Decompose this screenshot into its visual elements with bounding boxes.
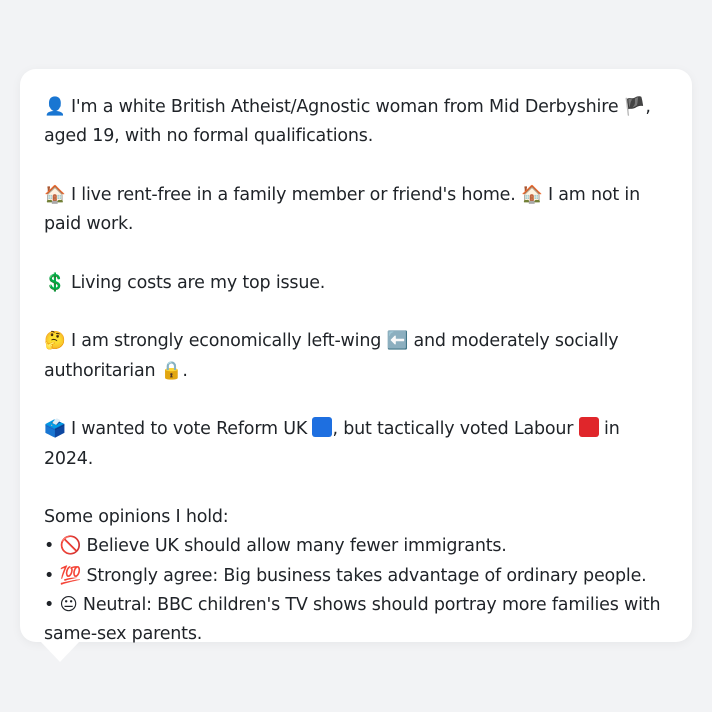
opinion-text: Believe UK should allow many fewer immig… [86, 536, 507, 557]
house-icon: 🏠 [44, 184, 66, 205]
issue-text: Living costs are my top issue. [70, 272, 326, 293]
opinion-item: • 🚫 Believe UK should allow many fewer i… [44, 532, 668, 561]
housing-line: 🏠 I live rent-free in a family member or… [44, 181, 668, 240]
politics-line: 🤔 I am strongly economically left-wing ⬅… [44, 327, 668, 386]
hundred-points-icon: 💯 [59, 565, 82, 586]
vote-tactical-text: , but tactically voted Labour [332, 419, 574, 440]
red-square-icon [578, 417, 599, 438]
england-flag-icon: 🏴 [623, 97, 646, 117]
politics-period: . [182, 360, 188, 381]
profile-line: 👤 I'm a white British Atheist/Agnostic w… [44, 93, 668, 152]
lock-icon: 🔒 [160, 360, 183, 381]
housing-text: I live rent-free in a family member or f… [70, 184, 516, 205]
ballot-box-icon: 🗳️ [44, 419, 66, 440]
vote-wanted-text: I wanted to vote Reform UK [70, 419, 308, 440]
blue-square-icon [312, 417, 333, 438]
neutral-face-icon: 😐 [59, 595, 78, 616]
opinion-item: • 😐 Neutral: BBC children's TV shows sho… [44, 591, 668, 650]
prohibited-icon: 🚫 [59, 536, 82, 557]
bullet: • [44, 565, 55, 586]
message-bubble: 👤 I'm a white British Atheist/Agnostic w… [20, 69, 692, 644]
vote-line: 🗳️ I wanted to vote Reform UK , but tact… [44, 415, 668, 474]
thinking-face-icon: 🤔 [44, 331, 66, 352]
opinion-item: • 💯 Strongly agree: Big business takes a… [44, 562, 668, 591]
bullet: • [44, 536, 55, 557]
opinions-heading: Some opinions I hold: [44, 507, 229, 528]
person-icon: 👤 [44, 97, 66, 117]
house-icon: 🏠 [520, 184, 543, 205]
bubble-tail [40, 641, 80, 662]
bullet: • [44, 595, 55, 616]
issue-line: 💲 Living costs are my top issue. [44, 269, 668, 298]
opinion-text: Strongly agree: Big business takes advan… [86, 565, 647, 586]
left-arrow-icon: ⬅️ [386, 331, 409, 352]
dollar-icon: 💲 [44, 272, 66, 293]
opinion-text: Neutral: BBC children's TV shows should … [44, 595, 661, 645]
profile-text: I'm a white British Atheist/Agnostic wom… [70, 97, 619, 117]
economic-text: I am strongly economically left-wing [70, 331, 382, 352]
